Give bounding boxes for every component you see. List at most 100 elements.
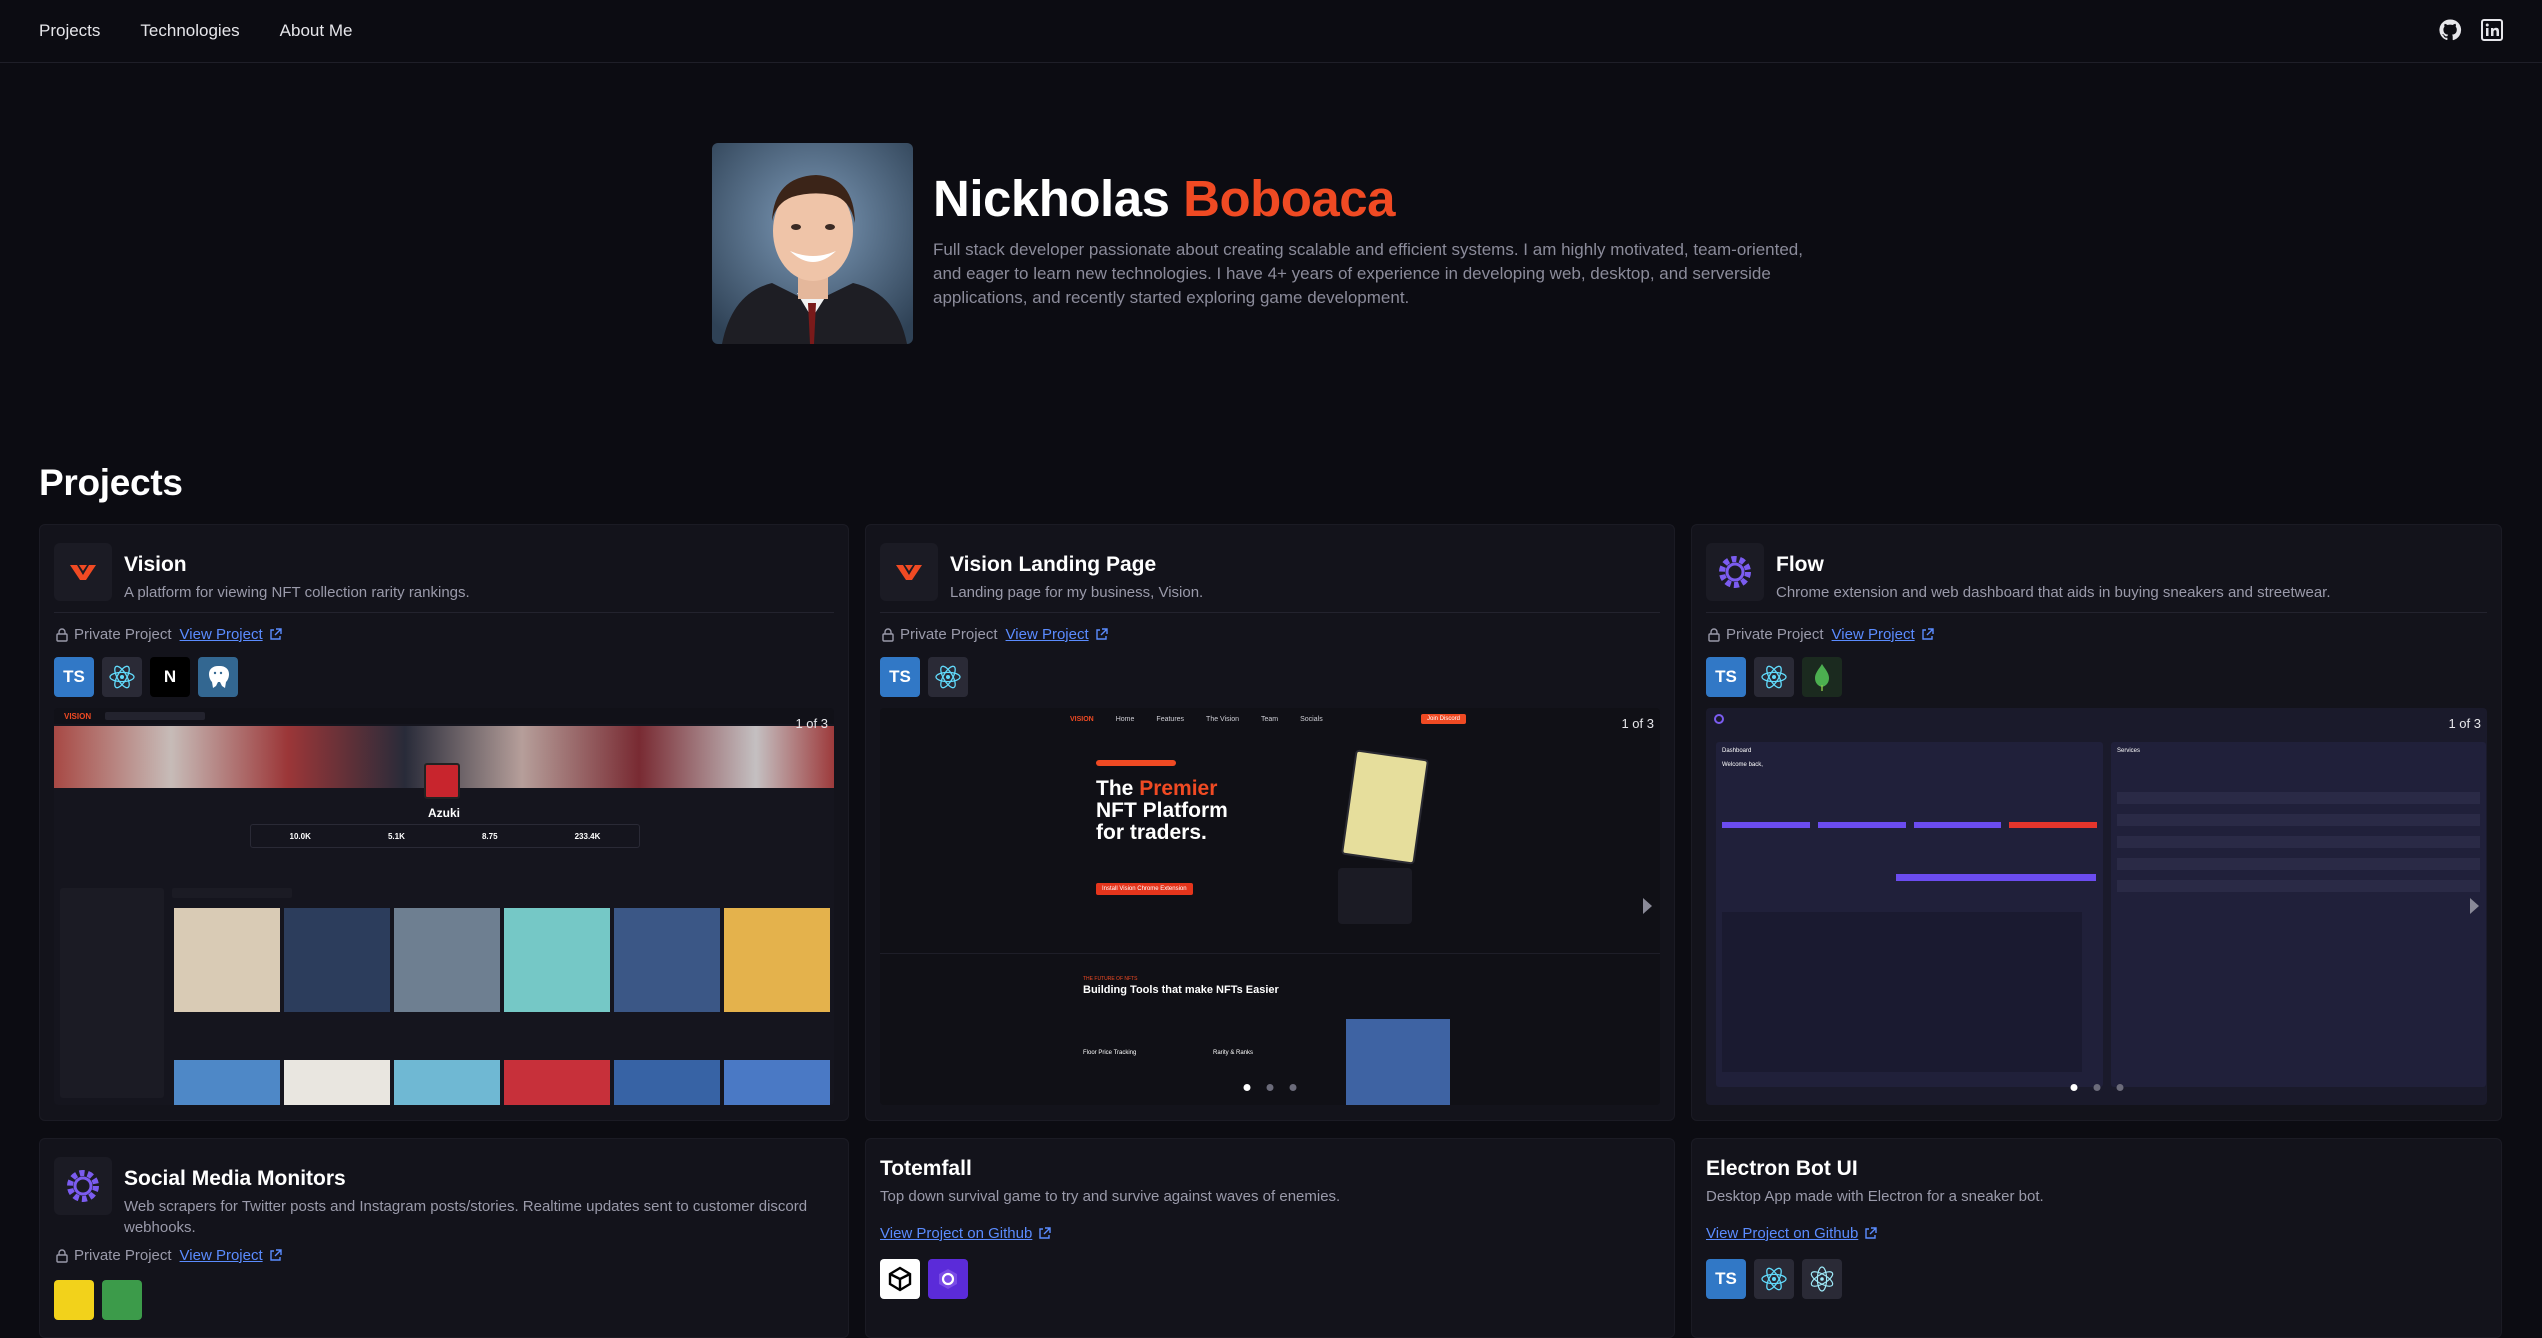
private-label: Private Project — [1726, 626, 1824, 643]
project-description: Landing page for my business, Vision. — [950, 584, 1204, 601]
external-link-icon[interactable] — [1921, 628, 1934, 641]
react-icon — [928, 657, 968, 697]
javascript-icon — [54, 1280, 94, 1320]
nav-links: Projects Technologies About Me — [39, 21, 352, 41]
shot-feature: Rarity & Ranks — [1213, 1050, 1254, 1056]
project-card-vision-landing-page: Vision Landing Page Landing page for my … — [865, 524, 1675, 1121]
lock-icon — [56, 627, 68, 642]
avatar — [712, 143, 913, 344]
slide-counter: 1 of 3 — [2448, 716, 2481, 731]
project-screenshot: 1 of 3 VISION Home Features The Vision T… — [880, 708, 1660, 1105]
typescript-icon: TS — [1706, 1259, 1746, 1299]
nodejs-icon — [102, 1280, 142, 1320]
nav-link-projects[interactable]: Projects — [39, 21, 100, 41]
flow-gear-icon — [54, 1157, 112, 1215]
view-project-link[interactable]: View Project — [1006, 626, 1089, 643]
nav-link-technologies[interactable]: Technologies — [140, 21, 239, 41]
project-description: Web scrapers for Twitter posts and Insta… — [124, 1198, 808, 1236]
private-label: Private Project — [74, 1247, 172, 1264]
linkedin-icon[interactable] — [2480, 18, 2504, 42]
slide-dot[interactable] — [2093, 1084, 2100, 1091]
nav-link-about-me[interactable]: About Me — [280, 21, 353, 41]
project-title: Social Media Monitors — [124, 1167, 346, 1190]
slide-dot[interactable] — [1243, 1084, 1251, 1091]
shot-menu-item: Team — [1261, 716, 1279, 723]
react-icon — [1754, 657, 1794, 697]
shot-menu-item: Features — [1156, 716, 1185, 723]
external-link-icon[interactable] — [1038, 1227, 1052, 1240]
project-card-totemfall: Totemfall Top down survival game to try … — [865, 1138, 1675, 1338]
shot-right-title: Services — [2117, 748, 2141, 754]
shot-menu-item: The Vision — [1206, 716, 1239, 723]
shot-collection-name: Azuki — [427, 806, 460, 820]
external-link-icon[interactable] — [1095, 628, 1108, 641]
external-link-icon[interactable] — [269, 1249, 282, 1262]
typescript-icon: TS — [880, 657, 920, 697]
project-description: A platform for viewing NFT collection ra… — [124, 584, 470, 601]
unity-icon — [880, 1259, 920, 1299]
github-icon[interactable] — [2438, 18, 2462, 42]
divider — [1706, 612, 2487, 613]
shot-brand: VISION — [64, 711, 92, 721]
hero-bio: Full stack developer passionate about cr… — [933, 240, 1803, 307]
next-slide-arrow[interactable] — [2470, 898, 2479, 914]
slide-dot[interactable] — [2116, 1084, 2123, 1091]
shot-stat: 233.4K — [574, 831, 601, 841]
view-project-link[interactable]: View Project — [180, 1247, 263, 1264]
project-title: Totemfall — [880, 1157, 972, 1180]
project-card-social-media-monitors: Social Media Monitors Web scrapers for T… — [39, 1138, 849, 1338]
shot-menu-item: Home — [1115, 716, 1135, 723]
external-link-icon[interactable] — [1864, 1227, 1878, 1240]
view-github-link[interactable]: View Project on Github — [880, 1225, 1032, 1242]
project-description: Desktop App made with Electron for a sne… — [1706, 1188, 2044, 1205]
project-description: Chrome extension and web dashboard that … — [1776, 584, 2331, 601]
view-project-link[interactable]: View Project — [180, 626, 263, 643]
shot-headline: The — [1096, 777, 1134, 800]
project-card-flow: Flow Chrome extension and web dashboard … — [1691, 524, 2502, 1121]
shot-install-button: Install Vision Chrome Extension — [1096, 883, 1193, 895]
private-label: Private Project — [900, 626, 998, 643]
flow-gear-icon — [1706, 543, 1764, 601]
slide-dots — [1243, 1084, 1297, 1091]
project-title: Vision — [124, 553, 187, 576]
external-link-icon[interactable] — [269, 628, 282, 641]
slide-dot[interactable] — [2070, 1084, 2077, 1091]
vision-logo-icon — [54, 543, 112, 601]
shot-section-label: THE FUTURE OF NFTS — [1083, 976, 1138, 982]
shot-left-sub: Welcome back, — [1722, 762, 1763, 768]
view-github-link[interactable]: View Project on Github — [1706, 1225, 1858, 1242]
react-icon — [102, 657, 142, 697]
divider — [880, 612, 1660, 613]
view-project-link[interactable]: View Project — [1832, 626, 1915, 643]
shot-cta: Join Discord — [1421, 714, 1467, 724]
postgresql-icon — [198, 657, 238, 697]
shot-headline-accent: Premier — [1139, 777, 1218, 800]
top-nav: Projects Technologies About Me — [0, 0, 2542, 63]
shot-stat: 10.0K — [289, 831, 311, 841]
shot-stat: 5.1K — [387, 831, 405, 841]
typescript-icon: TS — [54, 657, 94, 697]
slide-dot[interactable] — [1289, 1084, 1297, 1091]
hero: Nickholas Boboaca Full stack developer p… — [712, 143, 1832, 344]
shot-feature: Floor Price Tracking — [1083, 1050, 1137, 1056]
project-title: Electron Bot UI — [1706, 1157, 1858, 1180]
first-name: Nickholas — [933, 170, 1170, 227]
nextjs-icon: N — [150, 657, 190, 697]
slide-counter: 1 of 3 — [795, 716, 828, 731]
shot-menu-item: Socials — [1300, 716, 1323, 723]
slide-dot[interactable] — [1266, 1084, 1274, 1091]
projects-heading: Projects — [39, 462, 183, 503]
lock-icon — [56, 1248, 68, 1263]
csharp-icon — [928, 1259, 968, 1299]
project-card-vision: Vision A platform for viewing NFT collec… — [39, 524, 849, 1121]
shot-section-title: Building Tools that make NFTs Easier — [1083, 984, 1279, 996]
next-slide-arrow[interactable] — [1643, 898, 1652, 914]
project-screenshot: 1 of 3 VISION Azuki 10.0K 5.1K 8.75 233.… — [54, 708, 834, 1105]
lock-icon — [882, 627, 894, 642]
vision-logo-icon — [880, 543, 938, 601]
slide-counter: 1 of 3 — [1621, 716, 1654, 731]
shot-brand: VISION — [1070, 716, 1094, 723]
hero-name: Nickholas Boboaca — [933, 173, 1833, 224]
shot-headline: for traders. — [1096, 821, 1207, 844]
project-description: Top down survival game to try and surviv… — [880, 1188, 1341, 1205]
